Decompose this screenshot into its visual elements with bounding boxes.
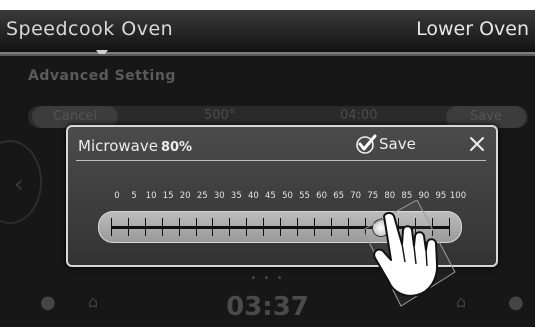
top-tab-bar: Speedcook Oven Lower Oven [0,10,535,54]
background-cook-time: 04:00 [340,108,378,123]
slider-tick [246,218,248,236]
slider-tick [127,218,129,236]
tab-speedcook-oven[interactable]: Speedcook Oven [6,18,173,40]
scale-label: 55 [299,191,310,201]
scale-label: 0 [114,191,120,201]
scale-label: 45 [265,191,276,201]
slider-tick [178,218,180,236]
oven-control-screen: Speedcook Oven Lower Oven Advanced Setti… [0,10,535,327]
hand-pointer-icon [362,200,456,307]
slider-tick [280,218,281,236]
scale-label: 20 [179,191,191,201]
scale-label: 50 [282,191,293,201]
power-level-value: 80% [160,140,193,155]
lightbulb-icon: ● [40,292,56,313]
dialog-title-label: Microwave [78,137,158,155]
scale-label: 15 [162,191,174,201]
slider-tick [263,218,265,236]
tab-lower-oven[interactable]: Lower Oven [416,18,529,40]
slider-tick [229,218,231,236]
advanced-setting-title: Advanced Setting [28,68,176,84]
slider-tick [111,218,112,236]
slider-tick [144,218,146,236]
lock-icon: ⌂ [456,292,467,311]
close-button[interactable] [467,134,487,154]
slider-tick [347,218,349,236]
slider-tick [212,218,214,236]
lock-icon: ⌂ [88,292,99,311]
checkmark-icon [356,134,377,154]
scale-label: 25 [196,191,208,201]
close-icon [470,137,484,151]
background-temperature: 500° [204,108,236,123]
save-button[interactable]: Save [355,133,416,157]
chevron-left-icon: ‹ [14,170,24,198]
dialog-title: Microwave 80% [78,137,192,155]
slider-tick [313,218,315,236]
dialog-title-divider [76,160,486,161]
slider-tick [195,218,197,236]
scale-label: 35 [230,191,242,201]
scale-label: 65 [333,191,345,201]
slider-tick [161,218,163,236]
save-button-label: Save [379,135,416,153]
scale-label: 60 [316,191,328,201]
slider-tick [296,218,298,236]
scale-label: 30 [213,191,225,201]
slider-tick [330,218,332,236]
scale-label: 5 [131,191,137,201]
lightbulb-icon: ● [508,292,524,313]
scale-label: 10 [145,191,157,201]
scale-label: 40 [247,191,259,201]
